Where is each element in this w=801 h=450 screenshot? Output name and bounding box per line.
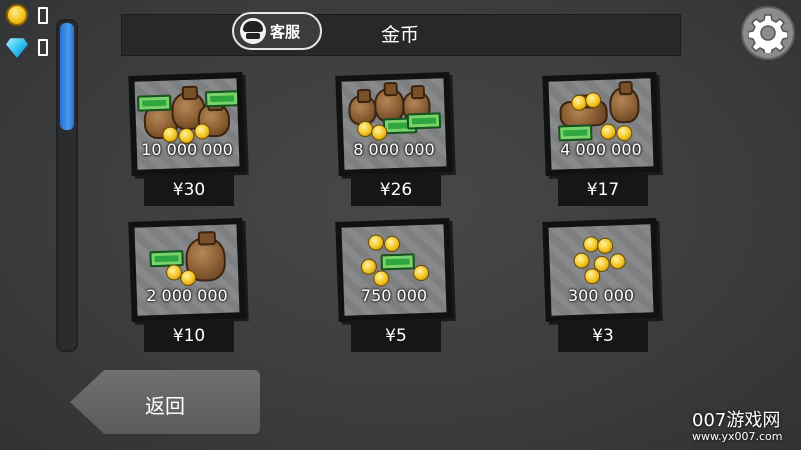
card-image: [542, 72, 660, 176]
coin-amount-label: 10 000 000: [141, 140, 233, 159]
shop-item-5[interactable]: 750 000 ¥5: [335, 218, 467, 360]
shop-item-3[interactable]: 4 000 000 ¥17: [542, 72, 674, 214]
price-button[interactable]: ¥17: [558, 174, 648, 206]
coin-amount-label: 2 000 000: [146, 286, 228, 305]
page-title: 金币: [380, 24, 419, 46]
gem-balance-value: [38, 38, 48, 56]
shop-item-6[interactable]: 300 000 ¥3: [542, 218, 674, 360]
customer-service-label: 客服: [270, 22, 301, 41]
vertical-scrollbar[interactable]: [56, 19, 78, 352]
gear-icon: [748, 14, 788, 53]
price-button[interactable]: ¥26: [351, 174, 441, 206]
customer-service-icon: [240, 18, 266, 44]
coin-amount-label: 300 000: [567, 286, 635, 305]
price-button[interactable]: ¥5: [351, 320, 441, 352]
watermark-url: www.yx007.com: [692, 430, 783, 443]
customer-service-button[interactable]: 客服: [232, 12, 322, 50]
scrollbar-thumb[interactable]: [60, 23, 74, 130]
card-image: [128, 72, 246, 176]
card-image: [542, 218, 660, 322]
card-image: [128, 218, 246, 322]
gem-icon: [6, 38, 28, 58]
price-button[interactable]: ¥3: [558, 320, 648, 352]
coin-amount-label: 8 000 000: [353, 140, 435, 159]
coin-balance-value: [38, 6, 48, 24]
back-button[interactable]: [70, 370, 260, 434]
coin-amount-label: 4 000 000: [560, 140, 642, 159]
coin-icon: [6, 4, 28, 26]
coin-balance: [6, 4, 48, 26]
card-image: [335, 72, 453, 176]
card-image: [335, 218, 453, 322]
coin-amount-label: 750 000: [360, 286, 428, 305]
watermark-logo: 007游戏网: [692, 410, 781, 431]
gem-balance: [6, 36, 48, 58]
price-button[interactable]: ¥30: [144, 174, 234, 206]
price-button[interactable]: ¥10: [144, 320, 234, 352]
shop-item-2[interactable]: 8 000 000 ¥26: [335, 72, 467, 214]
settings-button[interactable]: [741, 6, 795, 60]
shop-item-1[interactable]: 10 000 000 ¥30: [128, 72, 260, 214]
shop-item-4[interactable]: 2 000 000 ¥10: [128, 218, 260, 360]
